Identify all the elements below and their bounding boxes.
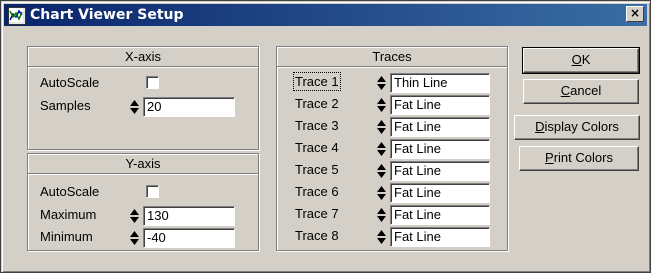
spinner-icon[interactable]	[129, 230, 140, 246]
print-colors-label: rint Colors	[553, 150, 613, 165]
spinner-icon[interactable]	[376, 207, 387, 223]
print-colors-button[interactable]: Print Colors	[519, 146, 639, 171]
xaxis-header: X-axis	[28, 47, 258, 67]
yaxis-minimum-label: Minimum	[40, 229, 93, 244]
traces-group: Traces Trace 1 Thin Line Trace 2 Fat Lin…	[276, 46, 508, 251]
spinner-icon[interactable]	[129, 208, 140, 224]
maximum-field[interactable]: 130	[143, 206, 235, 226]
xaxis-autoscale-label: AutoScale	[40, 75, 100, 90]
ok-label: K	[581, 52, 591, 67]
trace-style-field[interactable]: Thin Line	[390, 73, 490, 93]
trace-style-field[interactable]: Fat Line	[390, 227, 490, 247]
chart-icon	[8, 7, 26, 25]
yaxis-maximum-label: Maximum	[40, 207, 97, 222]
trace-label: Trace 8	[295, 228, 339, 243]
yaxis-group: Y-axis AutoScale Maximum 130 Minimum -40	[27, 153, 259, 251]
xaxis-group: X-axis AutoScale Samples 20	[27, 46, 259, 150]
trace-label: Trace 6	[295, 184, 339, 199]
trace-style-field[interactable]: Fat Line	[390, 95, 490, 115]
traces-header: Traces	[277, 47, 507, 67]
xaxis-samples-label: Samples	[40, 98, 91, 113]
window-title: Chart Viewer Setup	[30, 7, 184, 23]
trace-style-field[interactable]: Fat Line	[390, 183, 490, 203]
ok-button[interactable]: OK	[522, 47, 640, 74]
spinner-icon[interactable]	[376, 119, 387, 135]
yaxis-autoscale-label: AutoScale	[40, 184, 100, 199]
minimum-field[interactable]: -40	[143, 228, 235, 248]
print-colors-mnemonic: P	[545, 150, 554, 165]
trace-style-field[interactable]: Fat Line	[390, 117, 490, 137]
trace-label: Trace 7	[295, 206, 339, 221]
samples-field[interactable]: 20	[143, 97, 235, 117]
trace-label: Trace 3	[295, 118, 339, 133]
trace-style-field[interactable]: Fat Line	[390, 161, 490, 181]
trace-label[interactable]: Trace 1	[293, 72, 341, 91]
ok-mnemonic: O	[571, 52, 582, 67]
trace-style-field[interactable]: Fat Line	[390, 139, 490, 159]
xaxis-autoscale-checkbox[interactable]	[146, 76, 159, 89]
cancel-label: ancel	[570, 83, 602, 98]
spinner-icon[interactable]	[376, 163, 387, 179]
trace-label: Trace 2	[295, 96, 339, 111]
chart-viewer-setup-dialog: Chart Viewer Setup × X-axis AutoScale Sa…	[0, 0, 651, 273]
trace-style-field[interactable]: Fat Line	[390, 205, 490, 225]
yaxis-header: Y-axis	[28, 154, 258, 174]
spinner-icon[interactable]	[376, 141, 387, 157]
title-bar[interactable]: Chart Viewer Setup ×	[4, 4, 647, 26]
display-colors-button[interactable]: Display Colors	[514, 115, 640, 140]
yaxis-autoscale-checkbox[interactable]	[146, 185, 159, 198]
spinner-icon[interactable]	[376, 229, 387, 245]
cancel-mnemonic: C	[560, 83, 571, 98]
spinner-icon[interactable]	[376, 97, 387, 113]
spinner-icon[interactable]	[376, 75, 387, 91]
spinner-icon[interactable]	[376, 185, 387, 201]
display-colors-label: isplay Colors	[544, 119, 619, 134]
trace-label: Trace 4	[295, 140, 339, 155]
cancel-button[interactable]: Cancel	[523, 79, 639, 104]
spinner-icon[interactable]	[129, 99, 140, 115]
trace-label: Trace 5	[295, 162, 339, 177]
close-icon[interactable]: ×	[626, 6, 644, 22]
